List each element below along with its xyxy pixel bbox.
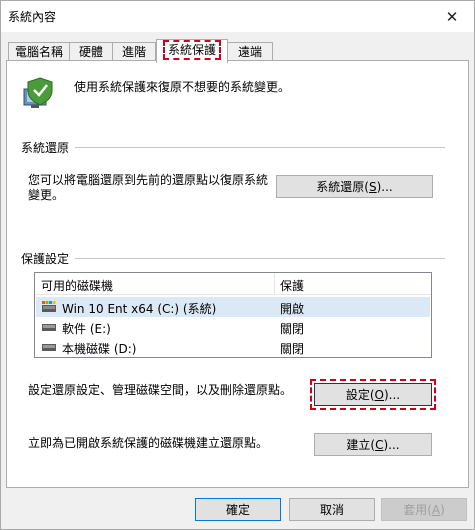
ok-button[interactable]: 確定 [195, 498, 281, 521]
list-header: 可用的磁碟機 保護 [35, 273, 431, 295]
drive-name: 本機磁碟 (D:) [62, 342, 137, 356]
tab-label: 遠端 [237, 45, 262, 59]
drive-icon [42, 344, 56, 351]
button-mnemonic: A [431, 502, 441, 517]
tab-system-protection[interactable]: 系統保護 [156, 39, 228, 63]
button-mnemonic: C [375, 437, 384, 452]
drive-name: Win 10 Ent x64 (C:) (系統) [62, 302, 217, 316]
button-label: 取消 [319, 503, 344, 517]
drive-row[interactable]: Win 10 Ent x64 (C:) (系統) 開啟 [36, 297, 430, 317]
system-restore-description: 您可以將電腦還原到先前的還原點以復原系統變更。 [28, 173, 269, 202]
tab-label: 系統保護 [162, 40, 222, 60]
button-label: 建立( [346, 438, 376, 452]
divider [21, 147, 445, 148]
protection-settings-group-title: 保護設定 [21, 250, 76, 267]
drives-list[interactable]: 可用的磁碟機 保護 Win 10 Ent x64 (C:) (系統) 開啟 軟件… [34, 272, 432, 358]
drive-protection-status: 關閉 [280, 342, 305, 356]
button-label: 確定 [225, 503, 250, 517]
drive-protection-status: 關閉 [280, 322, 305, 336]
button-label-suffix: )... [384, 387, 401, 402]
button-label: 系統還原( [316, 180, 369, 194]
window-title: 系統內容 [8, 10, 57, 24]
cancel-button[interactable]: 取消 [289, 498, 375, 521]
apply-button[interactable]: 套用(A) [381, 498, 467, 521]
tab-advanced[interactable]: 進階 [112, 42, 156, 62]
close-button[interactable]: ✕ [430, 1, 474, 32]
drive-icon [42, 324, 56, 331]
column-available-drives[interactable]: 可用的磁碟機 [41, 277, 113, 294]
system-restore-group-title: 系統還原 [21, 139, 76, 156]
button-label-suffix: )... [376, 179, 393, 194]
button-mnemonic: S [368, 179, 377, 194]
configure-button[interactable]: 設定(O)... [310, 379, 436, 410]
system-protection-icon [23, 77, 53, 108]
column-separator [274, 273, 275, 295]
tab-label: 電腦名稱 [14, 45, 63, 59]
button-label-suffix: ) [440, 502, 445, 517]
title-bar: 系統內容 ✕ [1, 1, 474, 32]
system-restore-button[interactable]: 系統還原(S)... [276, 175, 433, 198]
button-label: 套用( [403, 503, 432, 517]
tab-label: 進階 [121, 45, 146, 59]
tab-label: 硬體 [78, 45, 103, 59]
close-icon: ✕ [445, 7, 459, 26]
drive-protection-status: 開啟 [280, 302, 305, 316]
system-drive-icon [42, 301, 56, 312]
drive-row[interactable]: 本機磁碟 (D:) 關閉 [36, 337, 430, 357]
button-label: 設定( [345, 388, 375, 402]
button-mnemonic: O [374, 387, 384, 402]
tab-strip: 電腦名稱 硬體 進階 系統保護 遠端 [6, 39, 470, 63]
tab-remote[interactable]: 遠端 [227, 42, 273, 62]
tab-panel: 使用系統保護來復原不想要的系統變更。 系統還原 您可以將電腦還原到先前的還原點以… [6, 60, 469, 488]
tab-computer-name[interactable]: 電腦名稱 [8, 42, 70, 62]
drive-name: 軟件 (E:) [62, 322, 111, 336]
tab-hardware[interactable]: 硬體 [69, 42, 113, 62]
divider [21, 258, 445, 259]
create-button[interactable]: 建立(C)... [314, 433, 432, 456]
create-description: 立即為已開啟系統保護的磁碟機建立還原點。 [28, 436, 269, 450]
button-label-suffix: )... [383, 437, 400, 452]
column-protection[interactable]: 保護 [280, 277, 304, 294]
intro-text: 使用系統保護來復原不想要的系統變更。 [74, 80, 291, 94]
configure-description: 設定還原設定、管理磁碟空間，以及刪除還原點。 [28, 383, 293, 397]
drive-row[interactable]: 軟件 (E:) 關閉 [36, 317, 430, 337]
system-properties-window: 系統內容 ✕ 電腦名稱 硬體 進階 系統保護 遠端 使用系統保護來復原不想要的系 [0, 0, 475, 530]
